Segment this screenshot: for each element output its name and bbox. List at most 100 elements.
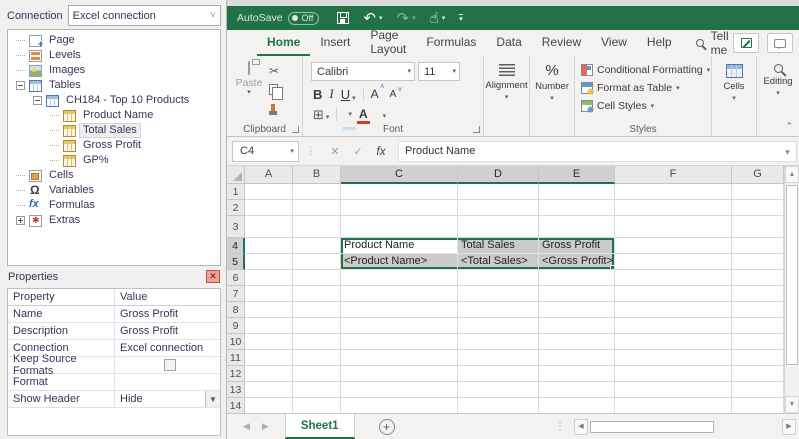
cells-button[interactable]: Cells ▾: [712, 56, 756, 118]
cell-C3[interactable]: [341, 216, 458, 238]
cell-B2[interactable]: [293, 200, 341, 216]
cut-button[interactable]: ✂: [269, 64, 284, 78]
cell-E10[interactable]: [539, 334, 615, 350]
expand-formula-bar-icon[interactable]: ▾: [779, 140, 797, 162]
cell-E9[interactable]: [539, 318, 615, 334]
cell-E7[interactable]: [539, 286, 615, 302]
cell-A13[interactable]: [245, 382, 293, 398]
cell-A10[interactable]: [245, 334, 293, 350]
cell-F13[interactable]: [615, 382, 732, 398]
cell-D2[interactable]: [458, 200, 539, 216]
format-as-table-button[interactable]: Format as Table ▾: [581, 81, 711, 95]
cell-D7[interactable]: [458, 286, 539, 302]
tell-me-search[interactable]: Tell me: [695, 29, 733, 57]
horizontal-scrollbar-track[interactable]: [588, 419, 782, 435]
column-header-B[interactable]: B: [293, 166, 341, 184]
font-color-button[interactable]: A ▾: [356, 108, 386, 124]
cell-B5[interactable]: [293, 254, 341, 270]
cell-G9[interactable]: [732, 318, 784, 334]
tree-item-ch184-top-10-products[interactable]: CH184 - Top 10 Products: [8, 93, 220, 108]
cell-B9[interactable]: [293, 318, 341, 334]
cell-E4[interactable]: Gross Profit: [539, 238, 615, 254]
cell-C11[interactable]: [341, 350, 458, 366]
cell-G6[interactable]: [732, 270, 784, 286]
cell-C8[interactable]: [341, 302, 458, 318]
row-header-2[interactable]: 2: [227, 200, 245, 216]
row-header-12[interactable]: 12: [227, 366, 245, 382]
increase-font-size-button[interactable]: A: [371, 82, 385, 101]
tree-item-formulas[interactable]: Formulas: [8, 198, 220, 213]
fill-color-button[interactable]: ▾: [343, 110, 357, 130]
cell-D13[interactable]: [458, 382, 539, 398]
cell-F10[interactable]: [615, 334, 732, 350]
cell-E8[interactable]: [539, 302, 615, 318]
cell-F4[interactable]: [615, 238, 732, 254]
cell-F7[interactable]: [615, 286, 732, 302]
tree-item-images[interactable]: Images: [8, 63, 220, 78]
property-value[interactable]: [115, 357, 220, 373]
cell-G5[interactable]: [732, 254, 784, 270]
cell-B6[interactable]: [293, 270, 341, 286]
next-sheet-icon[interactable]: ▶: [262, 421, 269, 432]
tree-item-cells[interactable]: Cells: [8, 168, 220, 183]
insert-function-button[interactable]: fx: [370, 144, 392, 158]
autosave-toggle[interactable]: AutoSave Off: [237, 11, 320, 25]
cell-G13[interactable]: [732, 382, 784, 398]
cell-F2[interactable]: [615, 200, 732, 216]
sheet-tab-sheet1[interactable]: Sheet1: [284, 414, 355, 439]
row-header-5[interactable]: 5: [227, 254, 245, 270]
touch-mouse-mode-button[interactable]: ☝ ▾: [430, 11, 446, 26]
cell-C14[interactable]: [341, 398, 458, 413]
cell-E5[interactable]: <Gross Profit>: [539, 254, 615, 270]
scroll-left-icon[interactable]: ◀: [574, 418, 588, 435]
cell-F9[interactable]: [615, 318, 732, 334]
cell-G12[interactable]: [732, 366, 784, 382]
row-header-8[interactable]: 8: [227, 302, 245, 318]
new-sheet-button[interactable]: +: [378, 418, 395, 435]
keep-source-formats-checkbox[interactable]: [164, 359, 176, 371]
cell-G4[interactable]: [732, 238, 784, 254]
column-header-F[interactable]: F: [615, 166, 732, 184]
cell-F3[interactable]: [615, 216, 732, 238]
cell-A11[interactable]: [245, 350, 293, 366]
cell-D14[interactable]: [458, 398, 539, 413]
font-name-combobox[interactable]: Calibri ▾: [311, 62, 415, 81]
cell-A4[interactable]: [245, 238, 293, 254]
property-value[interactable]: Gross Profit: [115, 323, 220, 339]
tab-page-layout[interactable]: Page Layout: [360, 28, 416, 56]
alignment-button[interactable]: Alignment ▾: [484, 56, 529, 118]
cell-G8[interactable]: [732, 302, 784, 318]
cell-G3[interactable]: [732, 216, 784, 238]
row-header-3[interactable]: 3: [227, 216, 245, 238]
column-header-C[interactable]: C: [341, 166, 458, 184]
cell-B14[interactable]: [293, 398, 341, 413]
cell-F14[interactable]: [615, 398, 732, 413]
cell-D3[interactable]: [458, 216, 539, 238]
cell-A3[interactable]: [245, 216, 293, 238]
cell-D8[interactable]: [458, 302, 539, 318]
comments-button[interactable]: [767, 33, 793, 53]
cell-D10[interactable]: [458, 334, 539, 350]
share-button[interactable]: [733, 33, 759, 53]
column-header-D[interactable]: D: [458, 166, 539, 184]
row-header-7[interactable]: 7: [227, 286, 245, 302]
tree-item-page[interactable]: Page: [8, 33, 220, 49]
expander-icon[interactable]: [16, 216, 25, 225]
row-header-6[interactable]: 6: [227, 270, 245, 286]
cell-G10[interactable]: [732, 334, 784, 350]
name-box[interactable]: C4 ▾: [232, 140, 299, 162]
redo-button[interactable]: ↷ ▾: [396, 11, 415, 26]
undo-button[interactable]: ↶ ▾: [363, 11, 382, 26]
tab-view[interactable]: View: [591, 30, 637, 56]
row-header-10[interactable]: 10: [227, 334, 245, 350]
cell-E14[interactable]: [539, 398, 615, 413]
cell-C13[interactable]: [341, 382, 458, 398]
cell-E1[interactable]: [539, 184, 615, 200]
cell-A12[interactable]: [245, 366, 293, 382]
row-header-9[interactable]: 9: [227, 318, 245, 334]
cell-C12[interactable]: [341, 366, 458, 382]
row-header-14[interactable]: 14: [227, 398, 245, 413]
cell-A8[interactable]: [245, 302, 293, 318]
row-header-11[interactable]: 11: [227, 350, 245, 366]
connection-select[interactable]: Excel connection ˅: [67, 5, 221, 26]
